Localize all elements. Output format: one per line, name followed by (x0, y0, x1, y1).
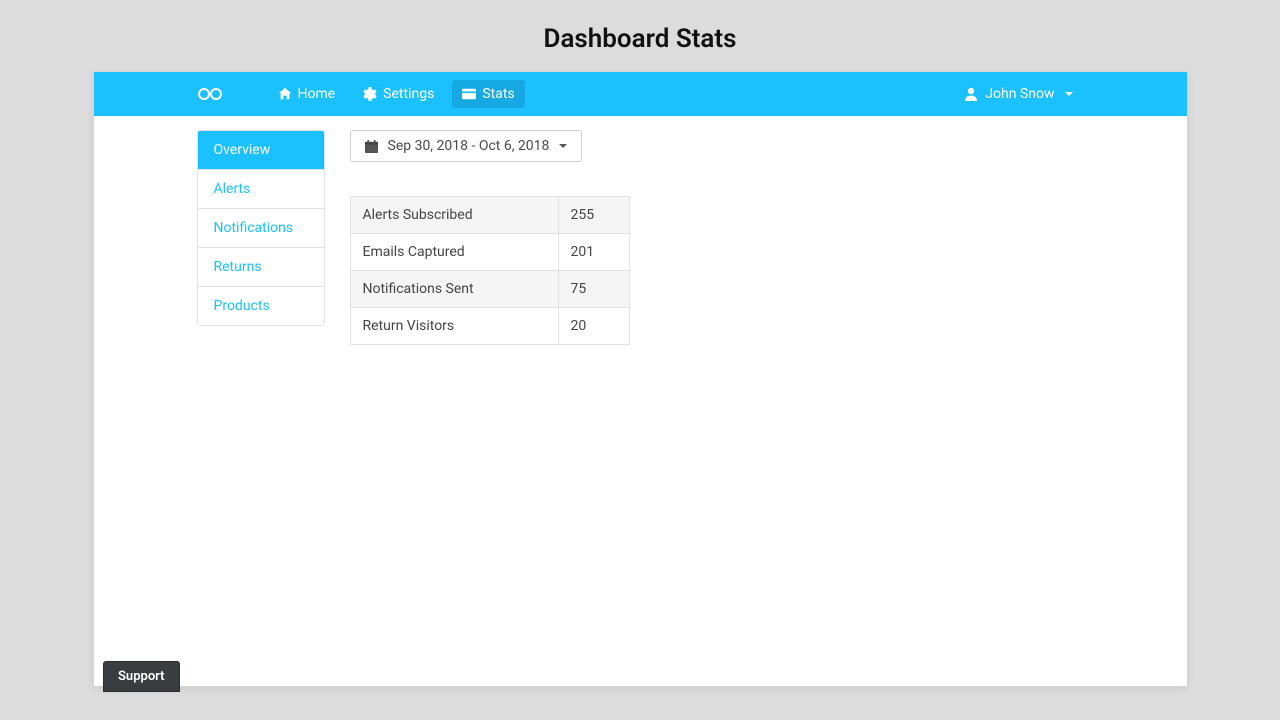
user-icon (965, 87, 977, 101)
support-label: Support (118, 669, 165, 684)
sidebar-item-label: Products (214, 298, 270, 314)
main-panel: Sep 30, 2018 - Oct 6, 2018 Alerts Subscr… (325, 130, 630, 686)
stat-value: 201 (558, 234, 629, 271)
stats-table: Alerts Subscribed 255 Emails Captured 20… (350, 196, 630, 345)
nav-home-label: Home (298, 86, 336, 102)
date-range-label: Sep 30, 2018 - Oct 6, 2018 (388, 138, 550, 154)
chevron-down-icon (559, 144, 567, 148)
brand-logo[interactable] (198, 87, 222, 101)
sidebar-item-products[interactable]: Products (198, 287, 324, 325)
table-row: Notifications Sent 75 (350, 271, 629, 308)
sidebar-item-alerts[interactable]: Alerts (198, 170, 324, 209)
sidebar: Overview Alerts Notifications Returns Pr… (197, 130, 325, 326)
sidebar-item-notifications[interactable]: Notifications (198, 209, 324, 248)
stat-label: Return Visitors (350, 308, 558, 345)
user-menu[interactable]: John Snow (955, 80, 1082, 108)
sidebar-item-label: Overview (214, 142, 271, 158)
stat-label: Alerts Subscribed (350, 197, 558, 234)
stat-label: Notifications Sent (350, 271, 558, 308)
navbar: Home Settings Stats John (94, 72, 1187, 116)
glasses-icon (198, 87, 222, 101)
date-range-picker[interactable]: Sep 30, 2018 - Oct 6, 2018 (350, 130, 583, 162)
sidebar-item-returns[interactable]: Returns (198, 248, 324, 287)
nav-settings-label: Settings (383, 86, 434, 102)
support-button[interactable]: Support (103, 661, 180, 692)
page-title: Dashboard Stats (0, 0, 1280, 72)
table-row: Alerts Subscribed 255 (350, 197, 629, 234)
sidebar-item-label: Notifications (214, 220, 294, 236)
nav-home[interactable]: Home (268, 80, 346, 108)
stat-value: 20 (558, 308, 629, 345)
nav-stats[interactable]: Stats (452, 80, 524, 108)
user-name: John Snow (985, 86, 1054, 102)
nav-stats-label: Stats (482, 86, 514, 102)
stat-label: Emails Captured (350, 234, 558, 271)
chevron-down-icon (1065, 92, 1073, 96)
content-area: Overview Alerts Notifications Returns Pr… (94, 116, 1187, 686)
table-row: Return Visitors 20 (350, 308, 629, 345)
nav-links: Home Settings Stats (268, 80, 525, 108)
calendar-icon (365, 140, 378, 153)
app-container: Home Settings Stats John (94, 72, 1187, 686)
card-icon (462, 88, 476, 100)
gear-icon (363, 87, 377, 101)
sidebar-item-label: Alerts (214, 181, 251, 197)
table-row: Emails Captured 201 (350, 234, 629, 271)
home-icon (278, 87, 292, 101)
sidebar-item-label: Returns (214, 259, 262, 275)
sidebar-item-overview[interactable]: Overview (198, 131, 324, 170)
nav-settings[interactable]: Settings (353, 80, 444, 108)
stat-value: 255 (558, 197, 629, 234)
stat-value: 75 (558, 271, 629, 308)
